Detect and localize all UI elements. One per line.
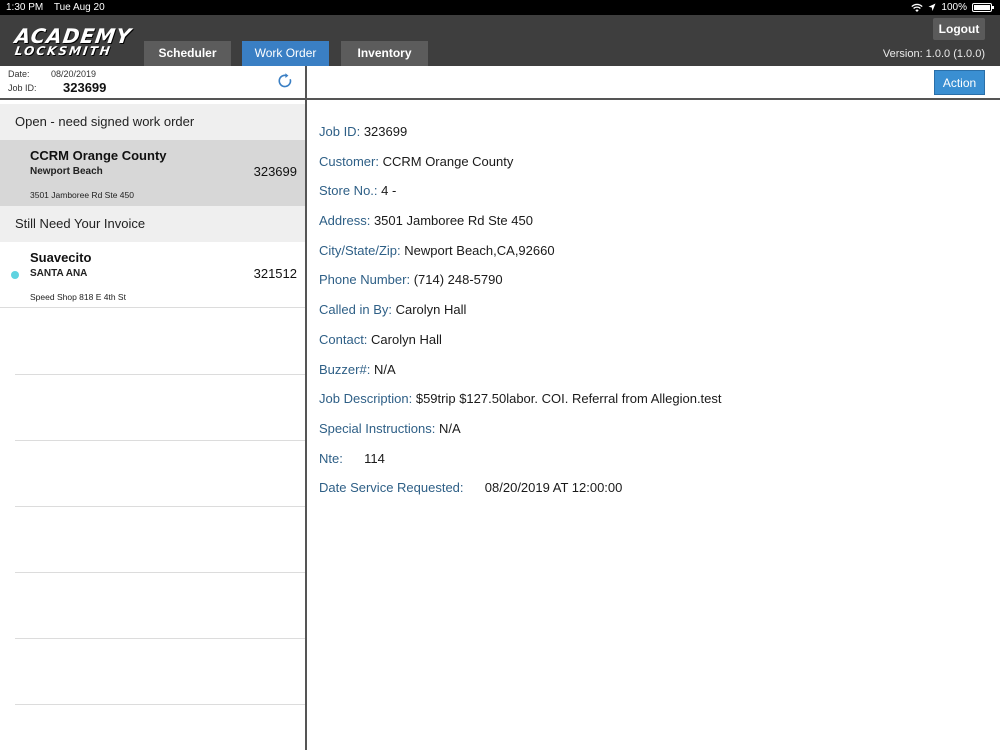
- field-job-id: Job ID: 323699: [319, 124, 722, 154]
- list-item[interactable]: CCRM Orange County Newport Beach 323699 …: [0, 140, 305, 206]
- field-address: Address: 3501 Jamboree Rd Ste 450: [319, 213, 722, 243]
- logo-line1: ACADEMY: [13, 24, 134, 48]
- unread-dot-icon: [11, 271, 19, 279]
- field-value: N/A: [373, 361, 396, 377]
- empty-row-divider: [15, 440, 305, 441]
- work-order-list-pane: Date: 08/20/2019 Job ID: 323699 Open - n…: [0, 66, 305, 750]
- field-label: Address:: [319, 213, 371, 229]
- status-right: 100%: [911, 2, 994, 13]
- item-customer-name: CCRM Orange County: [30, 148, 167, 163]
- item-city: SANTA ANA: [30, 268, 88, 279]
- location-arrow-icon: [928, 3, 936, 11]
- field-value: $59trip $127.50labor. COI. Referral from…: [415, 391, 722, 407]
- status-date: Tue Aug 20: [53, 2, 105, 13]
- field-store-no: Store No.: 4 -: [319, 183, 722, 213]
- date-label: Date:: [8, 69, 30, 79]
- battery-percent: 100%: [941, 2, 967, 13]
- app-header: ACADEMY LOCKSMITH Scheduler Work Order I…: [0, 15, 1000, 66]
- job-id-label: Job ID:: [8, 83, 37, 93]
- status-bar: 1:30 PM Tue Aug 20 100%: [0, 0, 1000, 15]
- item-address: Speed Shop 818 E 4th St: [30, 292, 126, 302]
- field-label: Special Instructions:: [319, 420, 436, 436]
- work-order-detail-pane: Action Job ID: 323699 Customer: CCRM Ora…: [307, 66, 1000, 750]
- detail-toolbar: Action: [307, 66, 1000, 100]
- empty-row-divider: [15, 374, 305, 375]
- field-label: Called in By:: [319, 302, 392, 318]
- field-label: Date Service Requested:: [319, 480, 464, 496]
- field-value[interactable]: (714) 248-5790: [414, 272, 503, 287]
- field-city-state-zip: City/State/Zip: Newport Beach,CA,92660: [319, 243, 722, 273]
- empty-row-divider: [15, 704, 305, 705]
- field-label: Customer:: [319, 153, 379, 169]
- field-value: Carolyn Hall: [395, 302, 467, 318]
- field-label: City/State/Zip:: [319, 242, 401, 258]
- field-label: Contact:: [319, 331, 368, 347]
- field-called-in-by: Called in By: Carolyn Hall: [319, 302, 722, 332]
- list-item[interactable]: Suavecito SANTA ANA 321512 Speed Shop 81…: [0, 242, 305, 308]
- field-value: 323699: [363, 124, 408, 139]
- job-id-value: 323699: [63, 80, 107, 95]
- empty-row-divider: [15, 638, 305, 639]
- version-label: Version: 1.0.0 (1.0.0): [882, 48, 985, 60]
- field-label: Job Description:: [319, 391, 413, 407]
- wifi-icon: [911, 3, 924, 12]
- field-customer: Customer: CCRM Orange County: [319, 154, 722, 184]
- field-label: Job ID:: [319, 124, 361, 139]
- section-header-invoice: Still Need Your Invoice: [0, 206, 305, 242]
- section-header-open: Open - need signed work order: [0, 104, 305, 140]
- item-city: Newport Beach: [30, 166, 103, 177]
- field-label: Store No.:: [319, 183, 378, 199]
- status-time: 1:30 PM: [6, 2, 44, 13]
- field-label: Phone Number:: [319, 272, 411, 288]
- field-label: Nte:: [319, 450, 343, 466]
- item-address: 3501 Jamboree Rd Ste 450: [30, 190, 134, 200]
- academy-locksmith-logo: ACADEMY LOCKSMITH: [12, 24, 140, 58]
- field-date-service-requested: Date Service Requested: 08/20/2019 AT 12…: [319, 480, 722, 510]
- tab-inventory[interactable]: Inventory: [341, 41, 428, 66]
- action-button[interactable]: Action: [934, 70, 985, 95]
- detail-fields: Job ID: 323699 Customer: CCRM Orange Cou…: [319, 124, 722, 510]
- field-nte: Nte: 114: [319, 451, 722, 481]
- item-job-number: 321512: [253, 266, 297, 281]
- field-special-instructions: Special Instructions: N/A: [319, 421, 722, 451]
- logout-button[interactable]: Logout: [933, 18, 985, 40]
- tab-work-order[interactable]: Work Order: [242, 41, 329, 66]
- field-label: Buzzer#:: [319, 361, 371, 377]
- field-value: N/A: [438, 420, 461, 436]
- status-left: 1:30 PM Tue Aug 20: [6, 2, 113, 13]
- field-buzzer: Buzzer#: N/A: [319, 362, 722, 392]
- empty-row-divider: [15, 506, 305, 507]
- field-phone-number: Phone Number: (714) 248-5790: [319, 272, 722, 302]
- field-value: 08/20/2019 AT 12:00:00: [484, 480, 623, 496]
- battery-icon: [972, 3, 994, 12]
- field-value: CCRM Orange County: [382, 153, 514, 169]
- field-value: 114: [364, 450, 385, 466]
- field-value: 4 -: [381, 183, 397, 199]
- field-job-description: Job Description: $59trip $127.50labor. C…: [319, 391, 722, 421]
- date-value: 08/20/2019: [51, 69, 97, 79]
- field-value: Carolyn Hall: [371, 331, 442, 347]
- field-value: 3501 Jamboree Rd Ste 450: [373, 213, 533, 229]
- empty-row-divider: [15, 572, 305, 573]
- tab-scheduler[interactable]: Scheduler: [144, 41, 231, 66]
- item-customer-name: Suavecito: [30, 250, 92, 265]
- field-value: Newport Beach,CA,92660: [404, 242, 555, 258]
- item-job-number: 323699: [253, 164, 297, 179]
- job-info-bar: Date: 08/20/2019 Job ID: 323699: [0, 66, 305, 100]
- refresh-icon[interactable]: [276, 72, 294, 90]
- field-contact: Contact: Carolyn Hall: [319, 332, 722, 362]
